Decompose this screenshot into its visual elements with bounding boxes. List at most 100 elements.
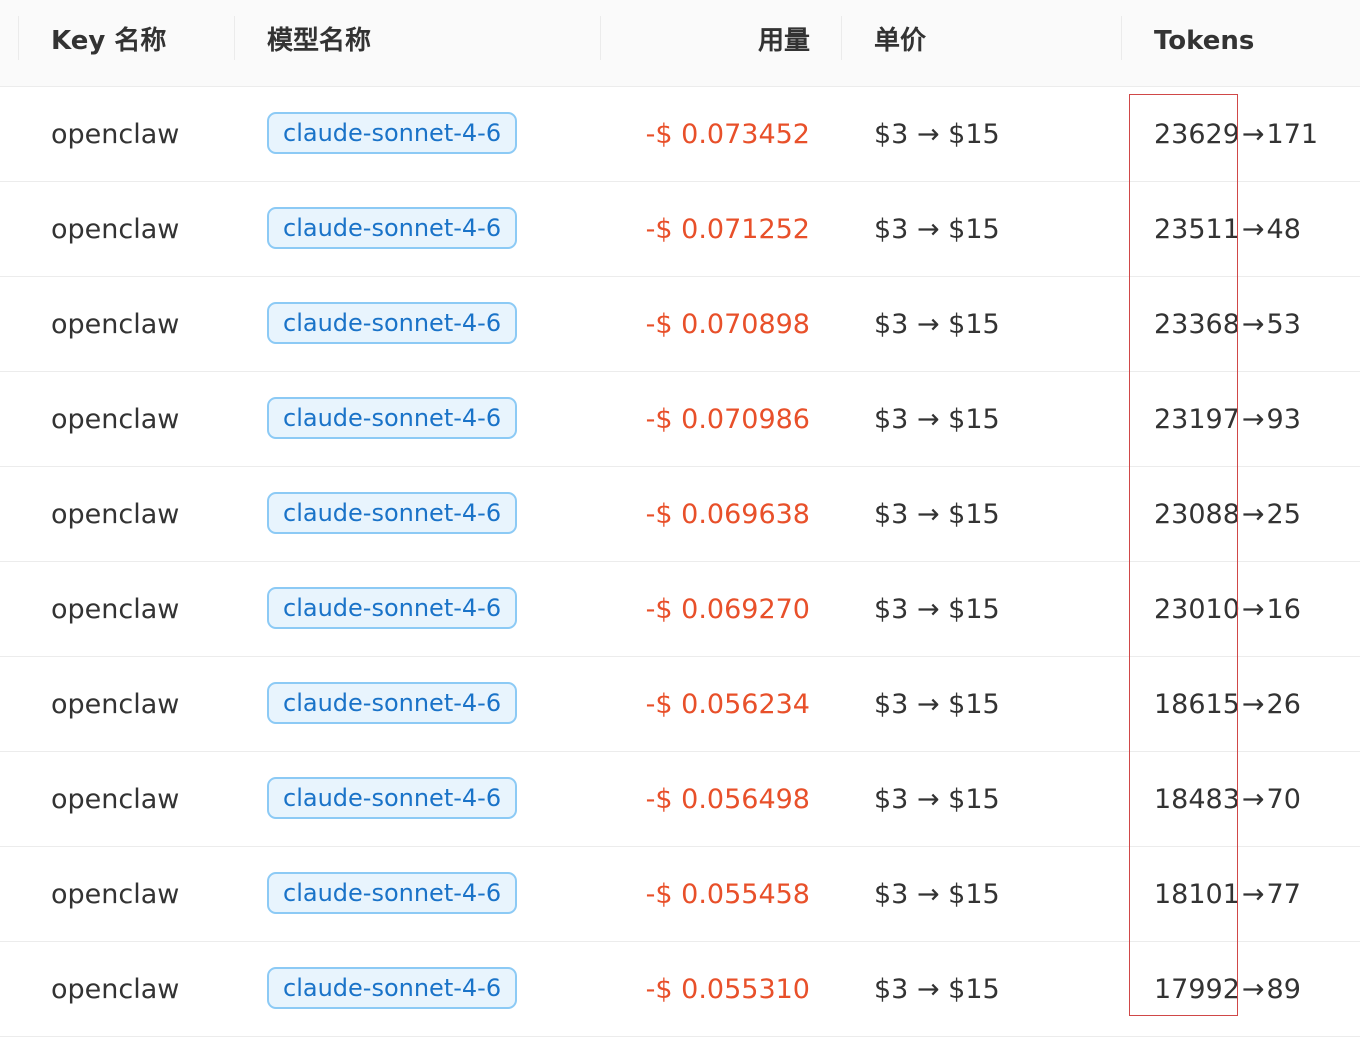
model-tag: claude-sonnet-4-6 [267, 111, 518, 154]
column-divider[interactable] [841, 16, 842, 60]
unit-price-cell: $3 → $15 [874, 119, 1000, 150]
unit-price-cell: $3 → $15 [874, 214, 1000, 245]
unit-price-cell: $3 → $15 [874, 404, 1000, 435]
model-tag: claude-sonnet-4-6 [267, 301, 518, 344]
table-row[interactable]: openclaw claude-sonnet-4-6 -$ 0.070898 $… [0, 277, 1360, 372]
tokens-input: 23010 [1154, 594, 1240, 625]
tokens-cell: 18101→77 [1154, 847, 1301, 941]
arrow-right-icon: → [1241, 214, 1265, 245]
usage-log-table: Key 名称 模型名称 用量 单价 Tokens openclaw claude… [0, 0, 1360, 1037]
tokens-output: 77 [1266, 879, 1301, 910]
model-cell: claude-sonnet-4-6 [267, 182, 518, 276]
usage-cell: -$ 0.055310 [645, 974, 810, 1005]
tokens-cell: 23088→25 [1154, 467, 1301, 561]
unit-price-cell: $3 → $15 [874, 499, 1000, 530]
table-row[interactable]: openclaw claude-sonnet-4-6 -$ 0.073452 $… [0, 87, 1360, 182]
model-tag: claude-sonnet-4-6 [267, 491, 518, 534]
model-cell: claude-sonnet-4-6 [267, 752, 518, 846]
usage-cell: -$ 0.070898 [645, 309, 810, 340]
header-tokens: Tokens [1154, 26, 1255, 56]
key-name-cell: openclaw [51, 404, 180, 435]
unit-price-cell: $3 → $15 [874, 594, 1000, 625]
tokens-output: 70 [1266, 784, 1301, 815]
table-header: Key 名称 模型名称 用量 单价 Tokens [0, 0, 1360, 87]
tokens-output: 16 [1266, 594, 1301, 625]
tokens-cell: 17992→89 [1154, 942, 1301, 1036]
header-key-name: Key 名称 [51, 26, 167, 56]
usage-cell: -$ 0.069638 [645, 499, 810, 530]
model-tag: claude-sonnet-4-6 [267, 871, 518, 914]
table-row[interactable]: openclaw claude-sonnet-4-6 -$ 0.069638 $… [0, 467, 1360, 562]
arrow-right-icon: → [1241, 119, 1265, 150]
tokens-input: 23088 [1154, 499, 1240, 530]
tokens-input: 23511 [1154, 214, 1240, 245]
tokens-output: 93 [1266, 404, 1301, 435]
arrow-right-icon: → [1241, 879, 1265, 910]
column-divider[interactable] [234, 16, 235, 60]
tokens-cell: 23197→93 [1154, 372, 1301, 466]
header-model-name: 模型名称 [267, 26, 372, 56]
model-cell: claude-sonnet-4-6 [267, 467, 518, 561]
unit-price-cell: $3 → $15 [874, 879, 1000, 910]
column-divider [18, 16, 19, 60]
unit-price-cell: $3 → $15 [874, 974, 1000, 1005]
tokens-input: 23197 [1154, 404, 1240, 435]
tokens-input: 18101 [1154, 879, 1240, 910]
table-row[interactable]: openclaw claude-sonnet-4-6 -$ 0.070986 $… [0, 372, 1360, 467]
key-name-cell: openclaw [51, 974, 180, 1005]
table-row[interactable]: openclaw claude-sonnet-4-6 -$ 0.071252 $… [0, 182, 1360, 277]
table-row[interactable]: openclaw claude-sonnet-4-6 -$ 0.056498 $… [0, 752, 1360, 847]
tokens-output: 26 [1266, 689, 1301, 720]
model-tag: claude-sonnet-4-6 [267, 966, 518, 1009]
table-row[interactable]: openclaw claude-sonnet-4-6 -$ 0.056234 $… [0, 657, 1360, 752]
model-cell: claude-sonnet-4-6 [267, 942, 518, 1036]
tokens-output: 25 [1266, 499, 1301, 530]
tokens-input: 18483 [1154, 784, 1240, 815]
tokens-cell: 23511→48 [1154, 182, 1301, 276]
model-tag: claude-sonnet-4-6 [267, 206, 518, 249]
column-divider[interactable] [600, 16, 601, 60]
key-name-cell: openclaw [51, 119, 180, 150]
model-cell: claude-sonnet-4-6 [267, 277, 518, 371]
key-name-cell: openclaw [51, 879, 180, 910]
tokens-cell: 18483→70 [1154, 752, 1301, 846]
table-row[interactable]: openclaw claude-sonnet-4-6 -$ 0.055458 $… [0, 847, 1360, 942]
tokens-input: 23368 [1154, 309, 1240, 340]
tokens-cell: 18615→26 [1154, 657, 1301, 751]
model-tag: claude-sonnet-4-6 [267, 586, 518, 629]
usage-cell: -$ 0.055458 [645, 879, 810, 910]
usage-cell: -$ 0.070986 [645, 404, 810, 435]
unit-price-cell: $3 → $15 [874, 689, 1000, 720]
model-tag: claude-sonnet-4-6 [267, 681, 518, 724]
key-name-cell: openclaw [51, 499, 180, 530]
usage-cell: -$ 0.056498 [645, 784, 810, 815]
tokens-output: 171 [1266, 119, 1319, 150]
model-cell: claude-sonnet-4-6 [267, 372, 518, 466]
tokens-output: 89 [1266, 974, 1301, 1005]
tokens-input: 23629 [1154, 119, 1240, 150]
tokens-output: 53 [1266, 309, 1301, 340]
table-row[interactable]: openclaw claude-sonnet-4-6 -$ 0.055310 $… [0, 942, 1360, 1037]
table-row[interactable]: openclaw claude-sonnet-4-6 -$ 0.069270 $… [0, 562, 1360, 657]
column-divider[interactable] [1121, 16, 1122, 60]
arrow-right-icon: → [1241, 499, 1265, 530]
key-name-cell: openclaw [51, 309, 180, 340]
model-cell: claude-sonnet-4-6 [267, 847, 518, 941]
key-name-cell: openclaw [51, 784, 180, 815]
table-body: openclaw claude-sonnet-4-6 -$ 0.073452 $… [0, 87, 1360, 1037]
usage-cell: -$ 0.056234 [645, 689, 810, 720]
arrow-right-icon: → [1241, 309, 1265, 340]
tokens-cell: 23629→171 [1154, 87, 1318, 181]
key-name-cell: openclaw [51, 214, 180, 245]
unit-price-cell: $3 → $15 [874, 309, 1000, 340]
usage-cell: -$ 0.073452 [645, 119, 810, 150]
arrow-right-icon: → [1241, 404, 1265, 435]
usage-cell: -$ 0.069270 [645, 594, 810, 625]
tokens-input: 17992 [1154, 974, 1240, 1005]
tokens-cell: 23010→16 [1154, 562, 1301, 656]
header-unit-price: 单价 [874, 26, 927, 56]
model-cell: claude-sonnet-4-6 [267, 562, 518, 656]
key-name-cell: openclaw [51, 689, 180, 720]
header-usage: 用量 [757, 26, 810, 56]
unit-price-cell: $3 → $15 [874, 784, 1000, 815]
